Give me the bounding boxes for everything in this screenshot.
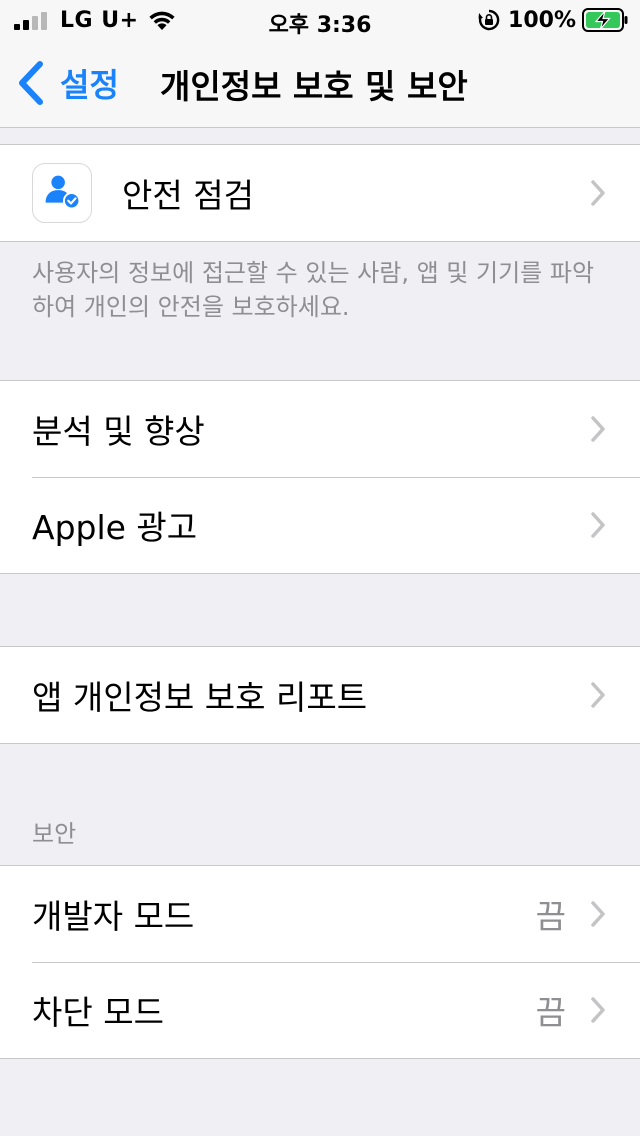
safety-check-label: 안전 점검 [122, 176, 254, 215]
analytics-group: 분석 및 향상 Apple 광고 [0, 380, 640, 574]
chevron-right-icon [591, 512, 605, 538]
battery-percentage: 100% [508, 7, 576, 33]
privacy-report-row[interactable]: 앱 개인정보 보호 리포트 [0, 647, 640, 743]
chevron-right-icon [591, 180, 605, 206]
lockdown-mode-row[interactable]: 차단 모드 끔 [0, 962, 640, 1058]
page-title: 개인정보 보호 및 보안 [160, 67, 468, 106]
safety-check-row[interactable]: 안전 점검 [0, 145, 640, 241]
developer-mode-row[interactable]: 개발자 모드 끔 [0, 866, 640, 962]
battery-charging-icon [582, 8, 628, 32]
safety-check-group: 안전 점검 [0, 144, 640, 242]
analytics-label: 분석 및 향상 [32, 412, 205, 451]
chevron-right-icon [591, 682, 605, 708]
back-button[interactable]: 설정 [16, 58, 119, 108]
lockdown-mode-label: 차단 모드 [32, 993, 164, 1032]
apple-ads-row[interactable]: Apple 광고 [0, 477, 640, 573]
chevron-right-icon [591, 416, 605, 442]
status-bar: LG U+ 오후 3:36 100% [0, 0, 640, 40]
analytics-row[interactable]: 분석 및 향상 [0, 381, 640, 477]
developer-mode-label: 개발자 모드 [32, 897, 195, 936]
chevron-left-icon [19, 61, 43, 105]
safety-check-footer: 사용자의 정보에 접근할 수 있는 사람, 앱 및 기기를 파악하여 개인의 안… [32, 259, 595, 321]
rotation-lock-icon [478, 9, 500, 31]
privacy-report-group: 앱 개인정보 보호 리포트 [0, 646, 640, 744]
lockdown-mode-value: 끔 [535, 993, 566, 1032]
security-group: 개발자 모드 끔 차단 모드 끔 [0, 865, 640, 1059]
security-section-header: 보안 [32, 820, 77, 848]
privacy-report-label: 앱 개인정보 보호 리포트 [32, 678, 368, 717]
navigation-bar: 설정 개인정보 보호 및 보안 [0, 40, 640, 128]
person-check-icon [32, 163, 92, 223]
apple-ads-label: Apple 광고 [32, 508, 198, 547]
back-button-label: 설정 [60, 66, 119, 104]
status-right: 100% [478, 7, 628, 33]
chevron-right-icon [591, 901, 605, 927]
chevron-right-icon [591, 997, 605, 1023]
developer-mode-value: 끔 [535, 897, 566, 936]
